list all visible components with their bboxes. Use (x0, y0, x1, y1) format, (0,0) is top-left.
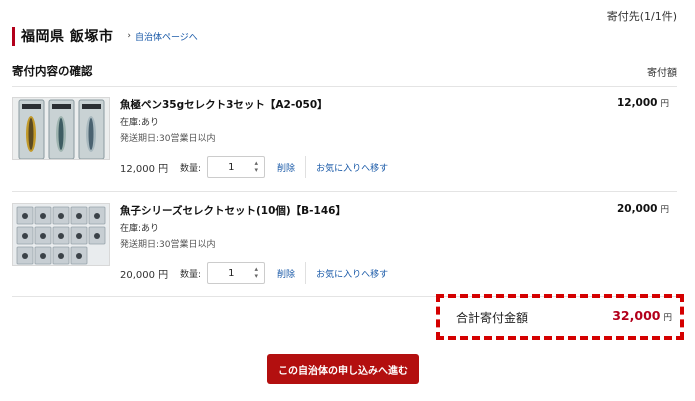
product-image[interactable] (12, 97, 110, 160)
total-donation-box: 合計寄付金額 32,000 円 (436, 294, 684, 340)
quantity-label: 数量: (180, 163, 202, 174)
item-donation-amount: 20,000 円 (617, 203, 669, 215)
chevron-right-icon: › (127, 31, 131, 41)
divider (305, 262, 307, 284)
item-amount-value: 12,000 (616, 97, 658, 109)
yen-unit: 円 (660, 99, 669, 109)
product-image[interactable] (12, 203, 110, 266)
proceed-to-application-button[interactable]: この自治体の申し込みへ進む (267, 354, 419, 384)
municipality-link-label[interactable]: 自治体ページへ (135, 30, 198, 43)
quantity-value: 1 (228, 161, 235, 173)
total-amount-value: 32,000 (612, 308, 661, 323)
header-accent-bar (12, 26, 15, 46)
amount-column-header: 寄付額 (647, 67, 677, 79)
quantity-value: 1 (228, 267, 235, 279)
quantity-select[interactable]: 1 ▴ ▾ (207, 156, 266, 178)
shipping-date: 発送期日:30営業日以内 (120, 240, 216, 250)
shipping-date: 発送期日:30営業日以内 (120, 134, 216, 144)
municipality-header: 福岡県 飯塚市 › 自治体ページへ (12, 26, 198, 46)
item-controls: 20,000 円 数量: 1 ▴ ▾ 削除 お気に入りへ移す (120, 261, 388, 285)
delete-link[interactable]: 削除 (277, 267, 295, 280)
item-controls: 12,000 円 数量: 1 ▴ ▾ 削除 お気に入りへ移す (120, 155, 388, 179)
product-name[interactable]: 魚子シリーズセレクトセット(10個)【B-146】 (120, 203, 346, 218)
item-amount-value: 20,000 (616, 203, 658, 215)
divider (12, 86, 677, 87)
yen-unit: 円 (663, 313, 672, 323)
quantity-select[interactable]: 1 ▴ ▾ (207, 262, 266, 284)
unit-price: 20,000 円 (120, 269, 169, 281)
move-to-favorites-link[interactable]: お気に入りへ移す (316, 267, 388, 280)
stock-status: 在庫:あり (120, 118, 160, 128)
divider (305, 156, 307, 178)
municipality-page-link[interactable]: › 自治体ページへ (127, 30, 197, 43)
yen-unit: 円 (660, 205, 669, 215)
unit-price: 12,000 円 (120, 163, 169, 175)
delete-link[interactable]: 削除 (277, 161, 295, 174)
total-label: 合計寄付金額 (456, 311, 529, 325)
section-title: 寄付内容の確認 (12, 64, 93, 78)
updown-icon: ▴ ▾ (254, 265, 259, 280)
move-to-favorites-link[interactable]: お気に入りへ移す (316, 161, 388, 174)
updown-icon: ▴ ▾ (254, 159, 259, 174)
total-amount: 32,000 円 (612, 308, 672, 323)
item-donation-amount: 12,000 円 (617, 97, 669, 109)
page-title: 福岡県 飯塚市 (21, 29, 114, 45)
list-item: 魚極ペン35gセレクト3セット【A2-050】 在庫:あり 発送期日:30営業日… (12, 97, 677, 187)
donation-destination-count: 寄付先(1/1件) (606, 10, 677, 23)
confirmation-section-header: 寄付内容の確認 寄付額 (12, 62, 677, 80)
divider (12, 191, 677, 192)
list-item: 魚子シリーズセレクトセット(10個)【B-146】 在庫:あり 発送期日:30営… (12, 203, 677, 293)
stock-status: 在庫:あり (120, 224, 160, 234)
quantity-label: 数量: (180, 269, 202, 280)
product-name[interactable]: 魚極ペン35gセレクト3セット【A2-050】 (120, 97, 328, 112)
